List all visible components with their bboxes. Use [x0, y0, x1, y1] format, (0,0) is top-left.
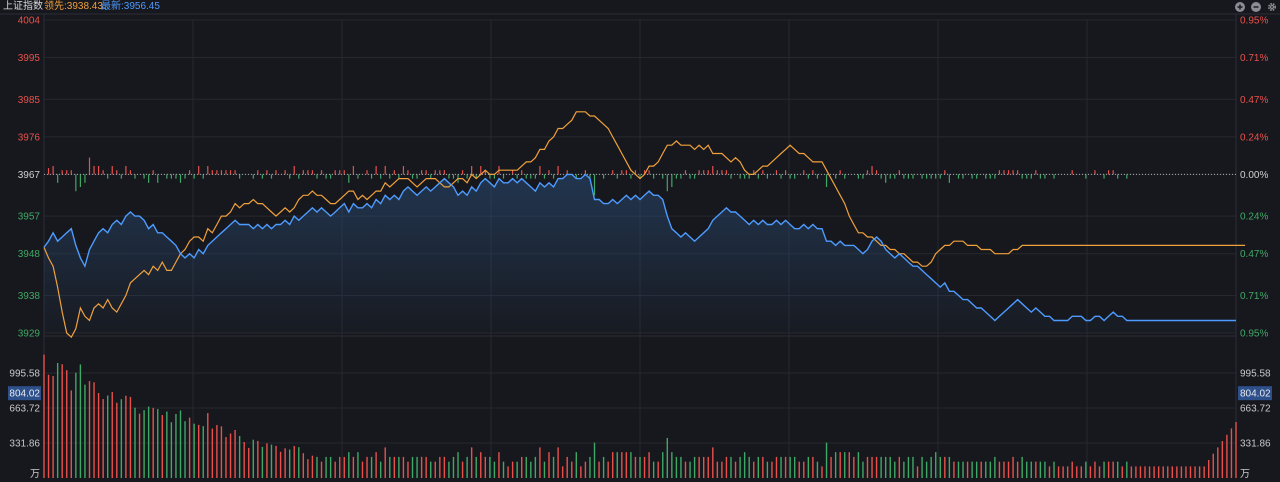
right-pct-tick-5: 0.24%	[1240, 212, 1268, 223]
left-volume-unit: 万	[30, 469, 40, 480]
left-price-tick-6: 3948	[18, 249, 41, 260]
left-price-tick-3: 3976	[18, 132, 41, 143]
right-pct-tick-0: 0.95%	[1240, 16, 1268, 27]
intraday-chart: 4004 0.95% 3995 0.71% 3985 0.47% 3976 0.24% 3967…	[0, 13, 1280, 480]
right-pct-tick-6: 0.47%	[1240, 249, 1268, 260]
right-volume-tick-1: 663.72	[1240, 403, 1271, 414]
right-pct-tick-8: 0.95%	[1240, 329, 1268, 340]
left-volume-tick-2: 331.86	[9, 438, 40, 449]
right-pct-tick-1: 0.71%	[1240, 53, 1268, 64]
left-price-tick-8: 3929	[18, 329, 41, 340]
left-volume-tick-0: 995.58	[9, 368, 40, 379]
left-price-tick-7: 3938	[18, 291, 41, 302]
right-volume-tick-0: 995.58	[1240, 368, 1271, 379]
right-pct-tick-7: 0.71%	[1240, 291, 1268, 302]
left-price-tick-2: 3985	[18, 95, 41, 106]
left-volume-highlight: 804.02	[9, 389, 40, 400]
left-price-tick-0: 4004	[18, 16, 41, 27]
left-volume-tick-1: 663.72	[9, 403, 40, 414]
left-price-tick-1: 3995	[18, 53, 41, 64]
right-pct-tick-2: 0.47%	[1240, 95, 1268, 106]
right-pct-tick-4: 0.00%	[1240, 170, 1268, 181]
right-pct-tick-3: 0.24%	[1240, 132, 1268, 143]
right-volume-tick-2: 331.86	[1240, 438, 1271, 449]
right-volume-unit: 万	[1240, 469, 1250, 480]
left-price-tick-5: 3957	[18, 212, 41, 223]
right-volume-highlight: 804.02	[1240, 389, 1271, 400]
left-price-tick-4: 3967	[18, 170, 41, 181]
